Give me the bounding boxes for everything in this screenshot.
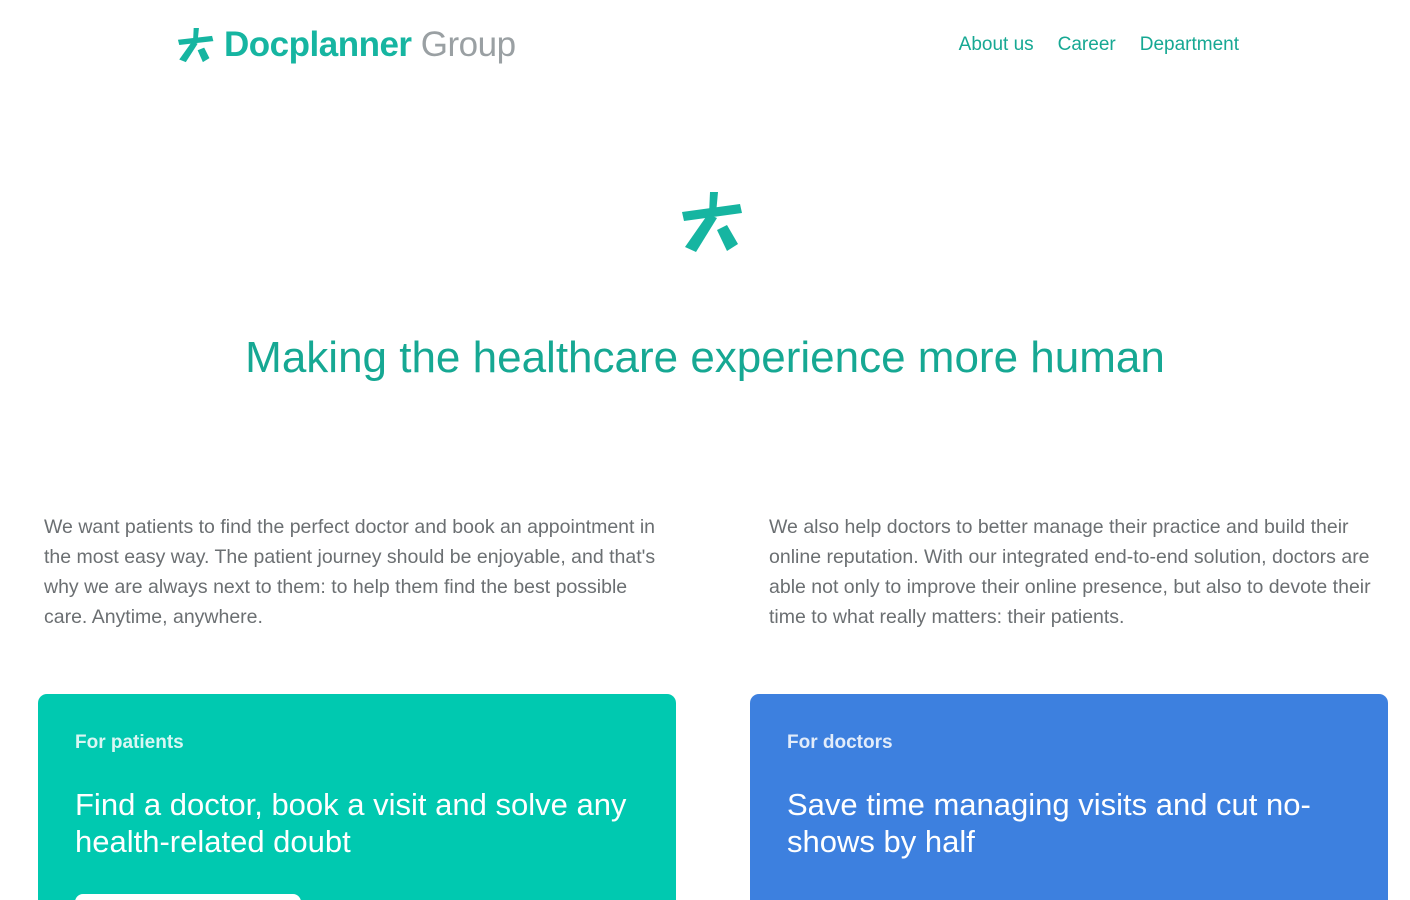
doctors-intro-text: We also help doctors to better manage th… — [769, 516, 1371, 628]
docplanner-group-logo[interactable]: Docplanner Group — [174, 22, 516, 68]
patients-intro-text: We want patients to find the perfect doc… — [44, 516, 656, 628]
patients-card-eyebrow: For patients — [75, 732, 184, 753]
patients-card-button[interactable] — [75, 894, 301, 900]
logo-brand: Docplanner — [224, 25, 412, 64]
logo-wordmark: Docplanner Group — [224, 22, 516, 68]
docplanner-star-icon — [682, 192, 742, 252]
site-header: Docplanner Group About us Career Departm… — [0, 0, 1410, 90]
nav-career[interactable]: Career — [1058, 32, 1116, 58]
doctors-card-eyebrow: For doctors — [787, 732, 893, 753]
hero-title: Making the healthcare experience more hu… — [245, 333, 1165, 382]
doctors-card: For doctors Save time managing visits an… — [750, 694, 1388, 900]
page: Docplanner Group About us Career Departm… — [0, 0, 1410, 900]
doctors-card-title: Save time managing visits and cut no-sho… — [787, 787, 1311, 859]
main-nav: About us Career Department — [959, 32, 1239, 58]
nav-department[interactable]: Department — [1140, 32, 1239, 58]
nav-about-us[interactable]: About us — [959, 32, 1034, 58]
patients-card: For patients Find a doctor, book a visit… — [38, 694, 676, 900]
docplanner-star-icon — [177, 27, 214, 63]
patients-card-title: Find a doctor, book a visit and solve an… — [75, 787, 627, 859]
logo-suffix: Group — [420, 25, 516, 64]
